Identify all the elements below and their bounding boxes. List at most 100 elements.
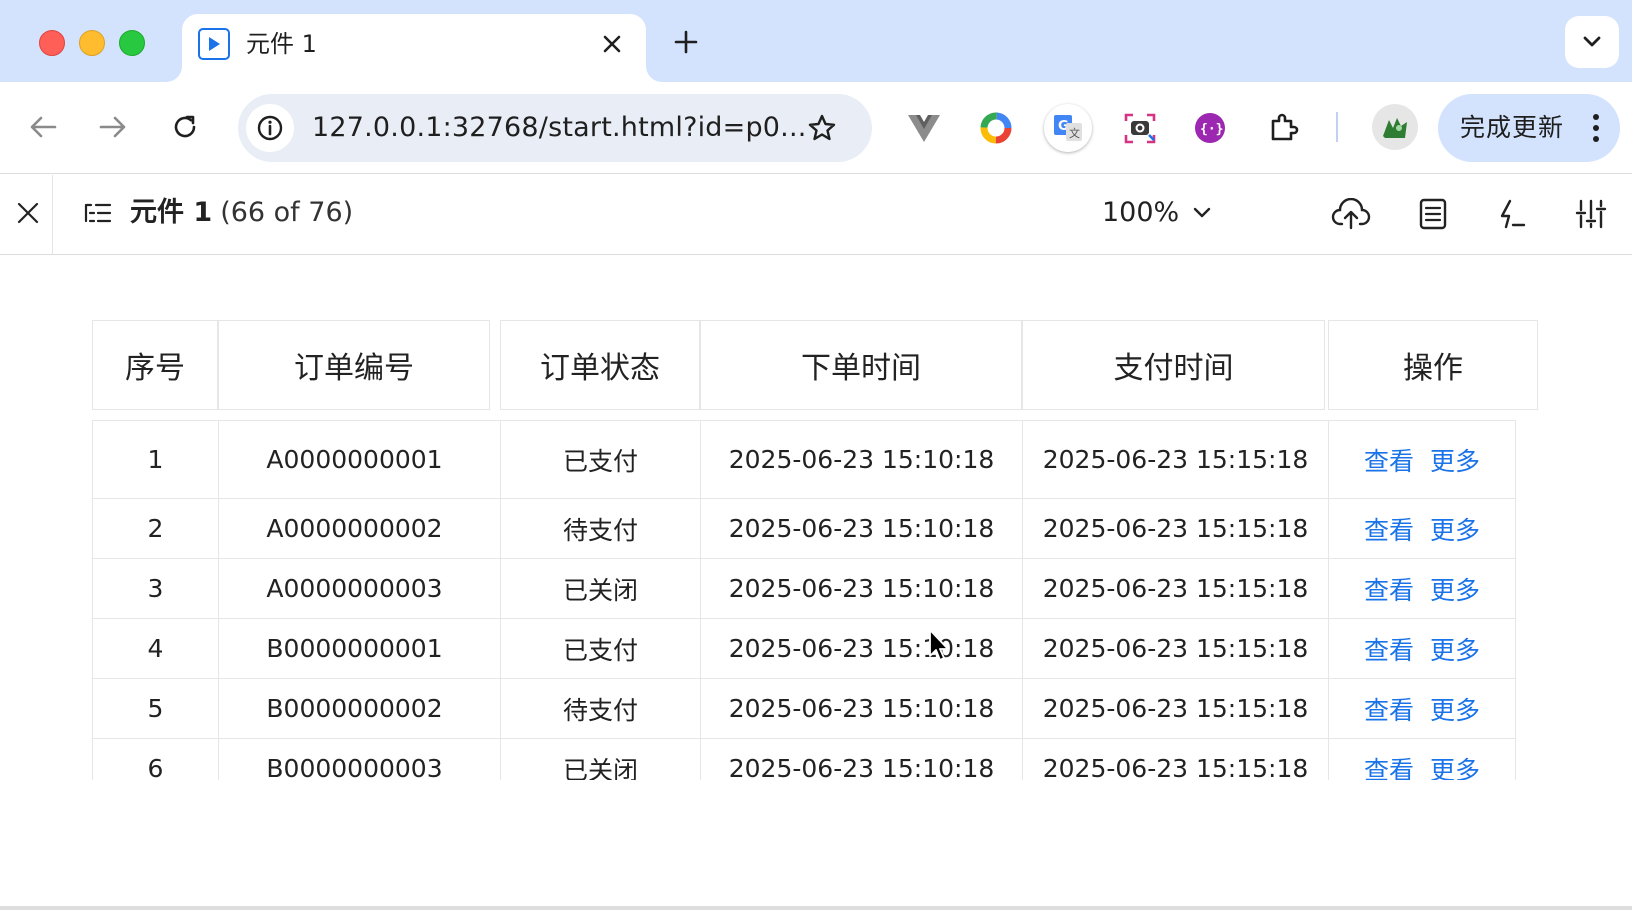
cell-order-id: A0000000001 [218,421,490,498]
prototype-canvas: 序号 订单编号 订单状态 下单时间 支付时间 操作 1 A0000000001 … [0,256,1632,910]
close-tab-icon[interactable] [596,28,628,60]
cell-order-id: B0000000003 [218,739,490,780]
page-outline-icon[interactable] [80,195,116,231]
cell-order-id: A0000000003 [218,559,490,618]
header-order-id: 订单编号 [218,320,490,410]
table-row: 3 A0000000003 已关闭 2025-06-23 15:10:18 20… [92,559,1516,619]
tab-title: 元件 1 [246,30,317,58]
table-row: 4 B0000000001 已支付 2025-06-23 15:10:18 20… [92,619,1516,679]
cell-actions: 查看 更多 [1328,619,1516,678]
cell-order-time: 2025-06-23 15:10:18 [700,679,1022,738]
header-order-status: 订单状态 [500,320,700,410]
cell-index: 2 [92,499,218,558]
view-link[interactable]: 查看 [1364,442,1414,478]
header-pay-time: 支付时间 [1022,320,1325,410]
cell-pay-time: 2025-06-23 15:15:18 [1022,619,1328,678]
cell-pay-time: 2025-06-23 15:15:18 [1022,679,1328,738]
cell-actions: 查看 更多 [1328,739,1516,780]
cell-status: 待支付 [500,679,700,738]
more-link[interactable]: 更多 [1430,511,1480,547]
browser-toolbar: 127.0.0.1:32768/start.html?id=p0... G文 {… [0,82,1632,174]
mouse-pointer-icon [929,629,949,661]
cell-index: 3 [92,559,218,618]
cell-order-time: 2025-06-23 15:10:18 [700,739,1022,780]
cell-status: 已支付 [500,421,700,498]
active-tab[interactable]: 元件 1 [182,14,646,82]
tab-search-chevron-icon[interactable] [1565,16,1619,68]
interactions-lightning-icon[interactable] [1490,193,1532,235]
site-info-icon[interactable] [246,104,294,152]
more-link[interactable]: 更多 [1430,631,1480,667]
cell-status: 已关闭 [500,559,700,618]
more-link[interactable]: 更多 [1430,691,1480,727]
close-icon[interactable] [10,195,46,231]
view-link[interactable]: 查看 [1364,571,1414,607]
toolbar-separator [1336,112,1338,142]
more-link[interactable]: 更多 [1430,442,1480,478]
view-link[interactable]: 查看 [1364,631,1414,667]
cell-pay-time: 2025-06-23 15:15:18 [1022,559,1328,618]
table-row: 6 B0000000003 已关闭 2025-06-23 15:10:18 20… [92,739,1516,780]
reload-icon[interactable] [162,104,208,150]
close-window-button[interactable] [39,30,65,56]
page-name: 元件 1 [130,197,213,228]
cell-index: 5 [92,679,218,738]
profile-avatar[interactable] [1372,104,1418,150]
more-link[interactable]: 更多 [1430,751,1480,781]
cell-order-time: 2025-06-23 15:10:18 [700,499,1022,558]
minimize-window-button[interactable] [79,30,105,56]
window-bottom-edge [0,906,1632,910]
more-link[interactable]: 更多 [1430,571,1480,607]
page-title: 元件 1 (66 of 76) [130,195,353,231]
cell-pay-time: 2025-06-23 15:15:18 [1022,421,1328,498]
translate-extension-icon[interactable]: G文 [1044,104,1092,152]
zoom-dropdown[interactable]: 100% [1102,195,1211,231]
page-count: (66 of 76) [220,197,354,228]
header-actions: 操作 [1328,320,1538,410]
chevron-down-icon [1193,207,1211,219]
cell-status: 待支付 [500,499,700,558]
update-button[interactable]: 完成更新 [1438,94,1620,162]
tab-strip: 元件 1 [0,0,1632,82]
color-ring-extension-icon[interactable] [974,106,1018,150]
view-link[interactable]: 查看 [1364,691,1414,727]
extensions-puzzle-icon[interactable] [1262,106,1306,150]
cell-actions: 查看 更多 [1328,559,1516,618]
cell-index: 4 [92,619,218,678]
svg-text:文: 文 [1069,126,1080,140]
order-table-body: 1 A0000000001 已支付 2025-06-23 15:10:18 20… [92,420,1516,780]
cell-order-id: B0000000001 [218,619,490,678]
cell-index: 1 [92,421,218,498]
cell-index: 6 [92,739,218,780]
viewer-divider [52,175,53,255]
svg-text:{·}: {·} [1200,122,1223,137]
cell-actions: 查看 更多 [1328,499,1516,558]
cell-order-id: A0000000002 [218,499,490,558]
cell-order-time: 2025-06-23 15:10:18 [700,421,1022,498]
zoom-window-button[interactable] [119,30,145,56]
play-icon [198,28,230,60]
address-bar[interactable]: 127.0.0.1:32768/start.html?id=p0... [238,94,872,162]
api-extension-icon[interactable]: {·} [1188,106,1232,150]
cloud-upload-icon[interactable] [1330,193,1372,235]
notes-document-icon[interactable] [1412,193,1454,235]
cell-order-id: B0000000002 [218,679,490,738]
cell-pay-time: 2025-06-23 15:15:18 [1022,499,1328,558]
cell-status: 已关闭 [500,739,700,780]
table-row: 2 A0000000002 待支付 2025-06-23 15:10:18 20… [92,499,1516,559]
forward-arrow-icon[interactable] [90,104,136,150]
view-link[interactable]: 查看 [1364,751,1414,781]
screenshot-camera-extension-icon[interactable] [1118,106,1162,150]
bookmark-star-icon[interactable] [804,110,840,146]
new-tab-plus-icon[interactable] [670,22,702,62]
more-vert-icon[interactable] [1586,108,1606,148]
vue-devtools-extension-icon[interactable] [902,106,946,150]
settings-sliders-icon[interactable] [1570,193,1612,235]
table-row: 1 A0000000001 已支付 2025-06-23 15:10:18 20… [92,420,1516,499]
view-link[interactable]: 查看 [1364,511,1414,547]
header-index: 序号 [92,320,218,410]
cell-actions: 查看 更多 [1328,679,1516,738]
back-arrow-icon[interactable] [20,104,66,150]
prototype-viewer-bar: 元件 1 (66 of 76) 100% [0,175,1632,255]
cell-status: 已支付 [500,619,700,678]
